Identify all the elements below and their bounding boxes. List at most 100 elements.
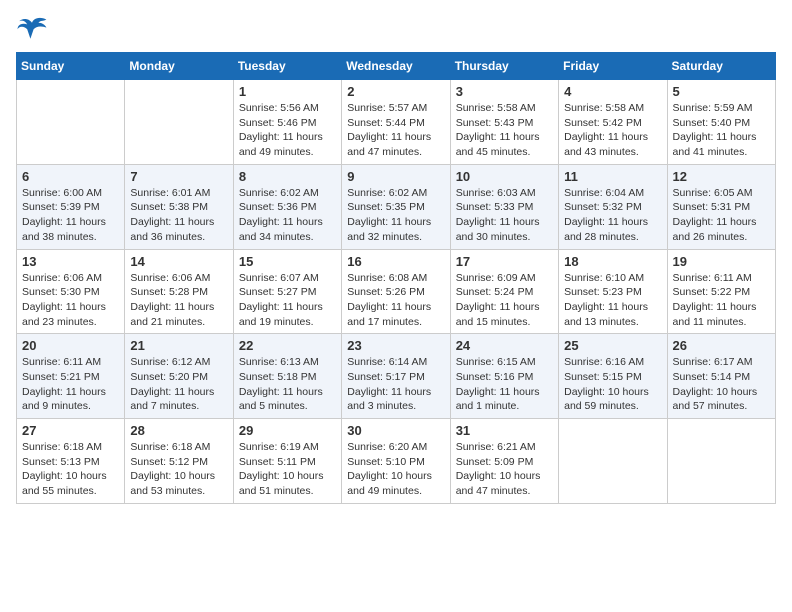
day-number: 8 xyxy=(239,169,336,184)
calendar-day-cell: 3 Sunrise: 5:58 AMSunset: 5:43 PMDayligh… xyxy=(450,80,558,165)
day-info: Sunrise: 6:11 AMSunset: 5:21 PMDaylight:… xyxy=(22,355,119,414)
day-number: 24 xyxy=(456,338,553,353)
day-info: Sunrise: 6:01 AMSunset: 5:38 PMDaylight:… xyxy=(130,186,227,245)
day-number: 6 xyxy=(22,169,119,184)
calendar-day-cell: 18 Sunrise: 6:10 AMSunset: 5:23 PMDaylig… xyxy=(559,249,667,334)
calendar-day-cell xyxy=(17,80,125,165)
day-number: 23 xyxy=(347,338,444,353)
day-number: 21 xyxy=(130,338,227,353)
day-number: 17 xyxy=(456,254,553,269)
day-number: 1 xyxy=(239,84,336,99)
weekday-header-saturday: Saturday xyxy=(667,53,775,80)
day-number: 28 xyxy=(130,423,227,438)
day-info: Sunrise: 6:02 AMSunset: 5:35 PMDaylight:… xyxy=(347,186,444,245)
day-info: Sunrise: 5:56 AMSunset: 5:46 PMDaylight:… xyxy=(239,101,336,160)
day-number: 10 xyxy=(456,169,553,184)
calendar-day-cell: 31 Sunrise: 6:21 AMSunset: 5:09 PMDaylig… xyxy=(450,419,558,504)
day-info: Sunrise: 6:12 AMSunset: 5:20 PMDaylight:… xyxy=(130,355,227,414)
calendar-week-row: 1 Sunrise: 5:56 AMSunset: 5:46 PMDayligh… xyxy=(17,80,776,165)
day-info: Sunrise: 6:00 AMSunset: 5:39 PMDaylight:… xyxy=(22,186,119,245)
calendar-day-cell xyxy=(667,419,775,504)
day-number: 2 xyxy=(347,84,444,99)
day-info: Sunrise: 6:11 AMSunset: 5:22 PMDaylight:… xyxy=(673,271,770,330)
day-number: 25 xyxy=(564,338,661,353)
weekday-header-monday: Monday xyxy=(125,53,233,80)
day-number: 19 xyxy=(673,254,770,269)
day-number: 31 xyxy=(456,423,553,438)
day-number: 22 xyxy=(239,338,336,353)
calendar-day-cell xyxy=(559,419,667,504)
day-number: 26 xyxy=(673,338,770,353)
calendar-day-cell: 16 Sunrise: 6:08 AMSunset: 5:26 PMDaylig… xyxy=(342,249,450,334)
day-info: Sunrise: 6:04 AMSunset: 5:32 PMDaylight:… xyxy=(564,186,661,245)
day-info: Sunrise: 6:09 AMSunset: 5:24 PMDaylight:… xyxy=(456,271,553,330)
calendar-day-cell: 27 Sunrise: 6:18 AMSunset: 5:13 PMDaylig… xyxy=(17,419,125,504)
day-info: Sunrise: 6:06 AMSunset: 5:30 PMDaylight:… xyxy=(22,271,119,330)
calendar-day-cell: 26 Sunrise: 6:17 AMSunset: 5:14 PMDaylig… xyxy=(667,334,775,419)
day-number: 7 xyxy=(130,169,227,184)
day-info: Sunrise: 5:58 AMSunset: 5:42 PMDaylight:… xyxy=(564,101,661,160)
weekday-header-wednesday: Wednesday xyxy=(342,53,450,80)
day-info: Sunrise: 6:18 AMSunset: 5:13 PMDaylight:… xyxy=(22,440,119,499)
day-number: 13 xyxy=(22,254,119,269)
day-number: 9 xyxy=(347,169,444,184)
calendar-day-cell: 12 Sunrise: 6:05 AMSunset: 5:31 PMDaylig… xyxy=(667,164,775,249)
day-info: Sunrise: 6:10 AMSunset: 5:23 PMDaylight:… xyxy=(564,271,661,330)
calendar-day-cell: 11 Sunrise: 6:04 AMSunset: 5:32 PMDaylig… xyxy=(559,164,667,249)
calendar-week-row: 27 Sunrise: 6:18 AMSunset: 5:13 PMDaylig… xyxy=(17,419,776,504)
day-info: Sunrise: 6:05 AMSunset: 5:31 PMDaylight:… xyxy=(673,186,770,245)
calendar-day-cell: 19 Sunrise: 6:11 AMSunset: 5:22 PMDaylig… xyxy=(667,249,775,334)
calendar-day-cell: 9 Sunrise: 6:02 AMSunset: 5:35 PMDayligh… xyxy=(342,164,450,249)
calendar-day-cell: 22 Sunrise: 6:13 AMSunset: 5:18 PMDaylig… xyxy=(233,334,341,419)
day-info: Sunrise: 5:58 AMSunset: 5:43 PMDaylight:… xyxy=(456,101,553,160)
calendar-day-cell: 7 Sunrise: 6:01 AMSunset: 5:38 PMDayligh… xyxy=(125,164,233,249)
calendar-day-cell: 8 Sunrise: 6:02 AMSunset: 5:36 PMDayligh… xyxy=(233,164,341,249)
day-info: Sunrise: 6:18 AMSunset: 5:12 PMDaylight:… xyxy=(130,440,227,499)
day-number: 14 xyxy=(130,254,227,269)
weekday-header-tuesday: Tuesday xyxy=(233,53,341,80)
day-number: 11 xyxy=(564,169,661,184)
day-number: 15 xyxy=(239,254,336,269)
calendar-day-cell: 30 Sunrise: 6:20 AMSunset: 5:10 PMDaylig… xyxy=(342,419,450,504)
day-number: 30 xyxy=(347,423,444,438)
calendar-day-cell xyxy=(125,80,233,165)
day-number: 20 xyxy=(22,338,119,353)
page-header xyxy=(16,16,776,44)
day-number: 27 xyxy=(22,423,119,438)
day-info: Sunrise: 6:02 AMSunset: 5:36 PMDaylight:… xyxy=(239,186,336,245)
day-info: Sunrise: 6:20 AMSunset: 5:10 PMDaylight:… xyxy=(347,440,444,499)
day-info: Sunrise: 6:16 AMSunset: 5:15 PMDaylight:… xyxy=(564,355,661,414)
day-info: Sunrise: 6:06 AMSunset: 5:28 PMDaylight:… xyxy=(130,271,227,330)
day-number: 4 xyxy=(564,84,661,99)
calendar-day-cell: 20 Sunrise: 6:11 AMSunset: 5:21 PMDaylig… xyxy=(17,334,125,419)
day-number: 3 xyxy=(456,84,553,99)
day-info: Sunrise: 6:13 AMSunset: 5:18 PMDaylight:… xyxy=(239,355,336,414)
day-info: Sunrise: 6:14 AMSunset: 5:17 PMDaylight:… xyxy=(347,355,444,414)
calendar-day-cell: 23 Sunrise: 6:14 AMSunset: 5:17 PMDaylig… xyxy=(342,334,450,419)
calendar-day-cell: 29 Sunrise: 6:19 AMSunset: 5:11 PMDaylig… xyxy=(233,419,341,504)
logo xyxy=(16,16,52,44)
day-info: Sunrise: 6:21 AMSunset: 5:09 PMDaylight:… xyxy=(456,440,553,499)
logo-bird-icon xyxy=(16,16,48,44)
day-info: Sunrise: 6:07 AMSunset: 5:27 PMDaylight:… xyxy=(239,271,336,330)
weekday-header-thursday: Thursday xyxy=(450,53,558,80)
calendar-week-row: 20 Sunrise: 6:11 AMSunset: 5:21 PMDaylig… xyxy=(17,334,776,419)
day-info: Sunrise: 6:17 AMSunset: 5:14 PMDaylight:… xyxy=(673,355,770,414)
day-number: 18 xyxy=(564,254,661,269)
weekday-header-friday: Friday xyxy=(559,53,667,80)
day-number: 5 xyxy=(673,84,770,99)
calendar-day-cell: 24 Sunrise: 6:15 AMSunset: 5:16 PMDaylig… xyxy=(450,334,558,419)
calendar-day-cell: 5 Sunrise: 5:59 AMSunset: 5:40 PMDayligh… xyxy=(667,80,775,165)
day-info: Sunrise: 6:15 AMSunset: 5:16 PMDaylight:… xyxy=(456,355,553,414)
calendar-day-cell: 14 Sunrise: 6:06 AMSunset: 5:28 PMDaylig… xyxy=(125,249,233,334)
calendar-day-cell: 17 Sunrise: 6:09 AMSunset: 5:24 PMDaylig… xyxy=(450,249,558,334)
day-info: Sunrise: 5:57 AMSunset: 5:44 PMDaylight:… xyxy=(347,101,444,160)
calendar-day-cell: 13 Sunrise: 6:06 AMSunset: 5:30 PMDaylig… xyxy=(17,249,125,334)
day-number: 29 xyxy=(239,423,336,438)
calendar-day-cell: 21 Sunrise: 6:12 AMSunset: 5:20 PMDaylig… xyxy=(125,334,233,419)
calendar-day-cell: 25 Sunrise: 6:16 AMSunset: 5:15 PMDaylig… xyxy=(559,334,667,419)
weekday-header-sunday: Sunday xyxy=(17,53,125,80)
calendar-day-cell: 6 Sunrise: 6:00 AMSunset: 5:39 PMDayligh… xyxy=(17,164,125,249)
calendar-week-row: 13 Sunrise: 6:06 AMSunset: 5:30 PMDaylig… xyxy=(17,249,776,334)
calendar-day-cell: 10 Sunrise: 6:03 AMSunset: 5:33 PMDaylig… xyxy=(450,164,558,249)
